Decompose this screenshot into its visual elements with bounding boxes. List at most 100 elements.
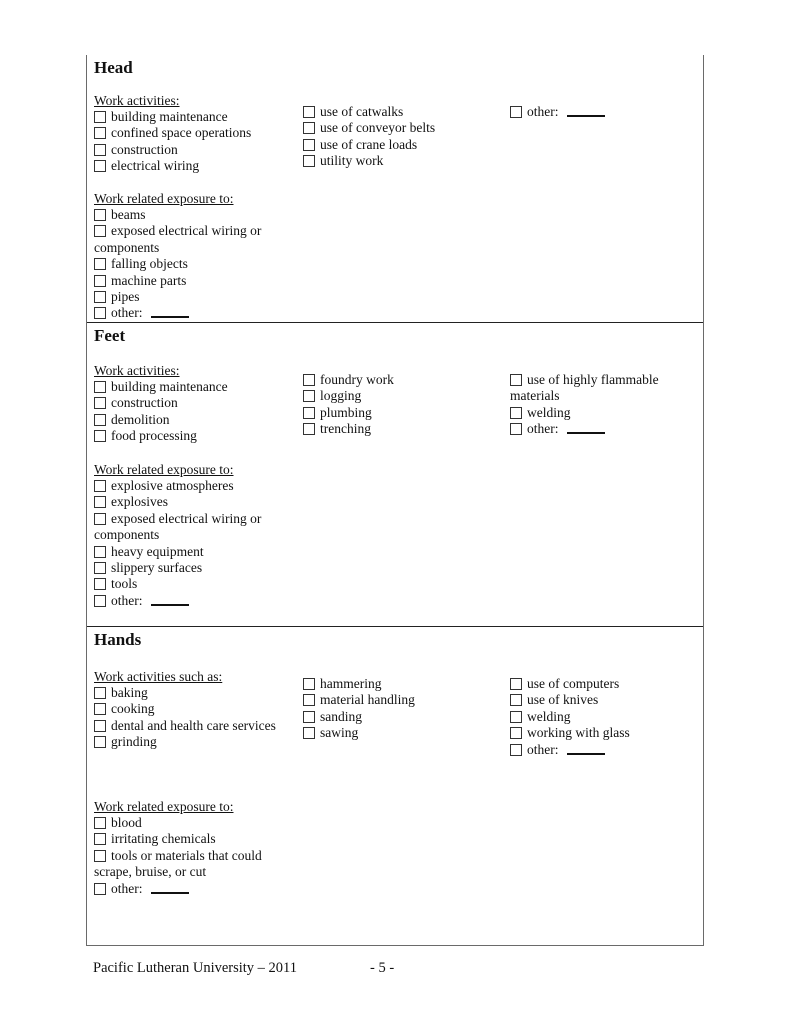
checkbox[interactable] (303, 106, 315, 118)
other-blank-field[interactable] (150, 603, 189, 606)
checkbox[interactable] (94, 594, 106, 607)
checkbox[interactable] (303, 727, 315, 740)
exposure-list: beams exposed electrical wiring or compon… (94, 207, 282, 322)
checkbox[interactable] (94, 849, 106, 862)
checkbox[interactable] (94, 291, 106, 304)
checkbox[interactable] (94, 413, 106, 426)
checkbox[interactable] (94, 545, 106, 558)
checkbox[interactable] (510, 423, 522, 436)
checkbox[interactable] (94, 833, 106, 846)
checklist-item: other: (94, 881, 284, 897)
checklist-item: plumbing (303, 405, 503, 421)
exposure-label: Work related exposure to: (94, 799, 234, 814)
activities-col-1: building maintenance confined space opera… (94, 109, 294, 175)
checkbox[interactable] (94, 480, 106, 492)
checkbox[interactable] (94, 736, 106, 749)
checklist-item: machine parts (94, 273, 282, 289)
checkbox[interactable] (94, 817, 106, 829)
footer-page-number: - 5 - (370, 960, 395, 976)
activities-col-2: foundry work logging plumbing trenching (303, 372, 503, 438)
checklist-item: foundry work (303, 372, 503, 388)
checkbox[interactable] (94, 703, 106, 716)
exposure-list: blood irritating chemicals tools or materi… (94, 815, 284, 897)
checkbox[interactable] (510, 710, 522, 723)
section-feet: Feet Work activities: building maintenan… (87, 322, 703, 626)
checkbox[interactable] (94, 512, 106, 525)
checkbox[interactable] (94, 143, 106, 156)
checklist-item: slippery surfaces (94, 560, 282, 576)
other-blank-field[interactable] (566, 431, 605, 435)
checklist-item-label: sawing (320, 725, 359, 741)
checkbox[interactable] (94, 430, 106, 443)
checklist-item: construction (94, 395, 294, 411)
checklist-item-label: other: (111, 305, 143, 321)
checkbox[interactable] (303, 122, 315, 135)
checkbox[interactable] (303, 678, 315, 690)
checklist-item-label: welding (527, 708, 571, 724)
checkbox[interactable] (94, 111, 106, 123)
checklist-item-label: exposed electrical wiring or components (94, 223, 262, 255)
checkbox[interactable] (510, 743, 522, 756)
checklist-item-label: confined space operations (111, 125, 252, 141)
checklist-item: tools or materials that could scrape, br… (94, 848, 284, 881)
checkbox[interactable] (510, 727, 522, 740)
checkbox[interactable] (94, 687, 106, 699)
section-head: Head Work activities: building maintenan… (87, 55, 703, 322)
checkbox[interactable] (510, 374, 522, 386)
checkbox[interactable] (94, 496, 106, 509)
checkbox[interactable] (303, 406, 315, 419)
checklist-item: demolition (94, 412, 294, 428)
checkbox[interactable] (303, 138, 315, 151)
checklist-item-label: other: (111, 592, 143, 608)
checkbox[interactable] (94, 258, 106, 271)
footer-organization: Pacific Lutheran University – 2011 (93, 960, 298, 976)
checkbox[interactable] (94, 719, 106, 732)
checkbox[interactable] (94, 397, 106, 410)
checkbox[interactable] (510, 678, 522, 690)
checklist-item: grinding (94, 734, 299, 750)
checkbox[interactable] (303, 390, 315, 403)
checklist-item: other: (510, 742, 695, 758)
checkbox[interactable] (94, 562, 106, 575)
checkbox[interactable] (94, 160, 106, 173)
checkbox[interactable] (303, 694, 315, 707)
checkbox[interactable] (94, 381, 106, 393)
checklist-item-label: plumbing (320, 404, 372, 420)
checklist-item-label: machine parts (111, 272, 187, 288)
checkbox[interactable] (94, 307, 106, 320)
checklist-item-label: demolition (111, 411, 170, 427)
checklist-item-label: use of highly flammable materials (510, 372, 659, 404)
exposure-label: Work related exposure to: (94, 462, 234, 477)
checkbox[interactable] (94, 274, 106, 287)
checkbox[interactable] (94, 127, 106, 140)
other-blank-field[interactable] (566, 114, 605, 117)
checklist-item-label: working with glass (527, 725, 630, 741)
other-blank-field[interactable] (566, 752, 605, 755)
activities-col-3: use of computers use of knives welding work… (510, 676, 695, 758)
checkbox[interactable] (510, 106, 522, 118)
checklist-item-label: grinding (111, 734, 157, 750)
checkbox[interactable] (510, 694, 522, 707)
checkbox[interactable] (94, 578, 106, 591)
checkbox[interactable] (94, 225, 106, 238)
checkbox[interactable] (303, 155, 315, 168)
checklist-item: building maintenance (94, 109, 294, 125)
checkbox[interactable] (303, 710, 315, 723)
other-blank-field[interactable] (150, 315, 189, 319)
checklist-item-label: construction (111, 141, 178, 157)
checklist-item: use of computers (510, 676, 695, 692)
other-blank-field[interactable] (150, 891, 189, 894)
checkbox[interactable] (94, 209, 106, 221)
checkbox[interactable] (303, 374, 315, 386)
checkbox[interactable] (510, 406, 522, 419)
checklist-item-label: electrical wiring (111, 158, 200, 174)
checklist-item-label: slippery surfaces (111, 560, 203, 576)
checklist-item-label: building maintenance (111, 109, 228, 124)
checklist-item: food processing (94, 428, 294, 444)
checklist-item: welding (510, 405, 680, 421)
checkbox[interactable] (94, 882, 106, 895)
activities-col-3: other: (510, 104, 695, 120)
checkbox[interactable] (303, 423, 315, 436)
checklist-item-label: explosives (111, 494, 168, 510)
checklist-item: other: (510, 104, 695, 120)
